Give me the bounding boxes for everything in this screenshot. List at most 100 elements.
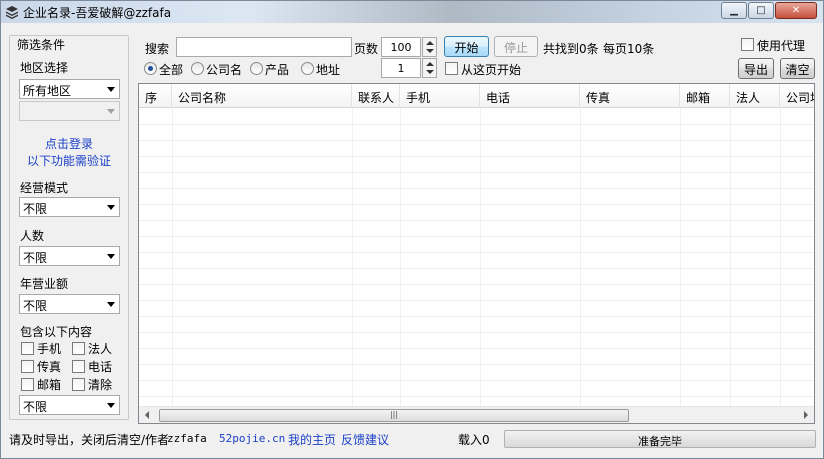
status-author: zzfafa: [167, 432, 207, 445]
login-link[interactable]: 点击登录: [45, 135, 93, 152]
region-select[interactable]: 所有地区: [19, 79, 120, 99]
maximize-button[interactable]: □: [748, 2, 774, 19]
close-icon: ✕: [791, 5, 801, 16]
region-select-value: 所有地区: [23, 84, 72, 98]
column-header-email[interactable]: 邮箱: [680, 84, 730, 108]
grid-row-line: [139, 236, 814, 237]
business-mode-select[interactable]: 不限: [19, 197, 120, 217]
radio-company-name-label: 公司名: [206, 63, 243, 77]
use-proxy-label: 使用代理: [757, 39, 806, 53]
grid-row-line: [139, 284, 814, 285]
status-note: 请及时导出，关闭后清空/作者: [9, 433, 170, 447]
results-table[interactable]: 序 公司名称 联系人 手机 电话 传真 邮箱 法人 公司地址 |||: [138, 83, 815, 424]
start-page-stepper[interactable]: [422, 58, 437, 78]
contains-select[interactable]: 不限: [19, 395, 120, 415]
column-header-legal-rep[interactable]: 法人: [730, 84, 780, 108]
stepper-down-icon[interactable]: [426, 49, 434, 53]
grid-row-line: [139, 252, 814, 253]
login-note: 以下功能需验证: [27, 154, 112, 168]
start-button[interactable]: 开始: [444, 36, 489, 57]
title-bar[interactable]: 企业名录-吾爱破解@zzfafa ▁ □ ✕: [1, 1, 823, 23]
column-header-contact[interactable]: 联系人: [352, 84, 400, 108]
radio-all[interactable]: [144, 62, 157, 75]
from-page-checkbox[interactable]: [445, 62, 458, 75]
stepper-up-icon[interactable]: [426, 41, 434, 45]
homepage-link[interactable]: 我的主页: [288, 431, 336, 448]
contains-email-checkbox[interactable]: [21, 378, 34, 391]
clear-button[interactable]: 清空: [780, 58, 815, 79]
radio-product[interactable]: [250, 62, 263, 75]
horizontal-scrollbar[interactable]: |||: [139, 406, 814, 423]
pages-stepper[interactable]: [422, 37, 437, 57]
app-window: 企业名录-吾爱破解@zzfafa ▁ □ ✕ 筛选条件 地区选择 所有地区 点击…: [0, 0, 824, 459]
minimize-button[interactable]: ▁: [721, 2, 747, 19]
feedback-link[interactable]: 反馈建议: [341, 431, 389, 448]
export-button[interactable]: 导出: [738, 58, 774, 79]
start-page-input[interactable]: 1: [381, 58, 421, 78]
revenue-value: 不限: [23, 299, 48, 313]
stop-button: 停止: [494, 36, 538, 57]
search-input[interactable]: [176, 37, 352, 57]
contains-clear-checkbox[interactable]: [72, 378, 85, 391]
chevron-down-icon: [107, 254, 115, 259]
search-label: 搜索: [145, 42, 170, 56]
grid-row-line: [139, 140, 814, 141]
filter-group-title: 筛选条件: [16, 36, 67, 53]
stepper-down-icon[interactable]: [426, 70, 434, 74]
column-header-fax[interactable]: 传真: [580, 84, 680, 108]
grid-column-line: [780, 108, 781, 408]
scrollbar-thumb[interactable]: |||: [159, 409, 629, 422]
region-label: 地区选择: [20, 61, 69, 75]
loaded-count: 载入0: [458, 433, 490, 447]
scroll-right-icon[interactable]: [804, 411, 808, 419]
grid-row-line: [139, 172, 814, 173]
column-header-mobile[interactable]: 手机: [400, 84, 480, 108]
grid-row-line: [139, 124, 814, 125]
contains-legal-rep-label: 法人: [88, 342, 113, 356]
table-header: 序 公司名称 联系人 手机 电话 传真 邮箱 法人 公司地址: [139, 84, 814, 108]
revenue-select[interactable]: 不限: [19, 294, 120, 314]
start-page-value: 1: [397, 62, 405, 75]
radio-address[interactable]: [301, 62, 314, 75]
contains-legal-rep-checkbox[interactable]: [72, 342, 85, 355]
column-header-phone[interactable]: 电话: [480, 84, 580, 108]
contains-label: 包含以下内容: [20, 325, 93, 339]
pages-input[interactable]: 100: [381, 37, 421, 57]
grid-row-line: [139, 156, 814, 157]
grid-row-line: [139, 204, 814, 205]
staff-count-select[interactable]: 不限: [19, 246, 120, 266]
grid-row-line: [139, 332, 814, 333]
scroll-left-icon[interactable]: [145, 411, 149, 419]
contains-mobile-checkbox[interactable]: [21, 342, 34, 355]
pages-value: 100: [390, 41, 412, 54]
chevron-down-icon: [107, 205, 115, 210]
stepper-up-icon[interactable]: [426, 62, 434, 66]
close-button[interactable]: ✕: [775, 2, 817, 19]
clear-button-label: 清空: [785, 63, 810, 77]
contains-select-value: 不限: [23, 400, 48, 414]
grid-row-line: [139, 364, 814, 365]
column-header-index[interactable]: 序: [139, 84, 172, 108]
grid-column-line: [730, 108, 731, 408]
column-header-address[interactable]: 公司地址: [780, 84, 814, 108]
use-proxy-checkbox[interactable]: [741, 38, 754, 51]
per-page-text: 每页10条: [603, 42, 655, 56]
grid-column-line: [172, 108, 173, 408]
progress-bar: 准备完毕: [504, 430, 816, 448]
contains-phone-checkbox[interactable]: [72, 360, 85, 373]
chevron-down-icon: [107, 109, 115, 114]
status-site[interactable]: 52pojie.cn: [219, 432, 285, 445]
column-header-company-name[interactable]: 公司名称: [172, 84, 352, 108]
chevron-down-icon: [107, 403, 115, 408]
minimize-icon: ▁: [730, 5, 738, 16]
radio-company-name[interactable]: [191, 62, 204, 75]
grid-row-line: [139, 188, 814, 189]
grid-row-line: [139, 396, 814, 397]
maximize-icon: □: [756, 5, 766, 16]
radio-all-label: 全部: [159, 63, 184, 77]
subregion-select: [19, 101, 120, 121]
grid-column-line: [580, 108, 581, 408]
contains-fax-checkbox[interactable]: [21, 360, 34, 373]
grid-row-line: [139, 380, 814, 381]
contains-clear-label: 清除: [88, 378, 113, 392]
